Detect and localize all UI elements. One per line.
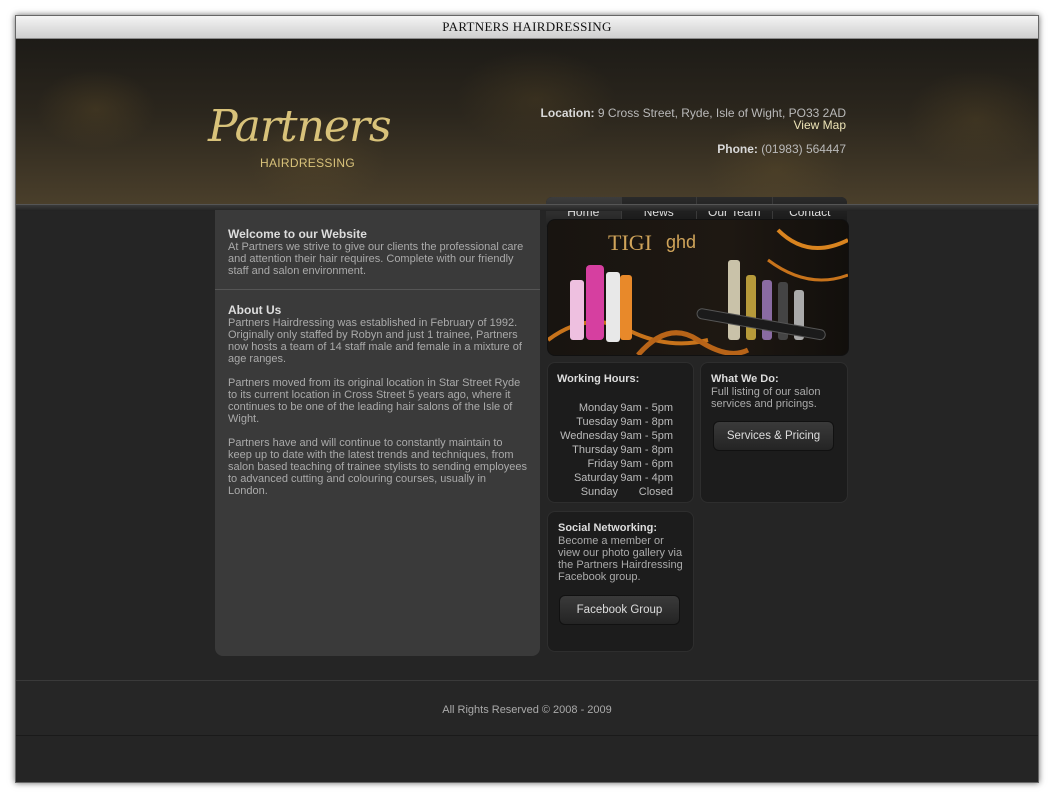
- social-networking-box: Social Networking: Become a member or vi…: [547, 511, 694, 652]
- banner-ghd: ghd: [666, 232, 696, 252]
- whatwedo-title: What We Do:: [711, 373, 779, 385]
- hours-time: 9am - 4pm: [620, 472, 673, 484]
- hours-time: 9am - 6pm: [620, 458, 673, 470]
- welcome-text: At Partners we strive to give our client…: [228, 241, 524, 277]
- section-divider: [215, 289, 540, 290]
- hours-row: Tuesday 9am - 8pm: [558, 415, 673, 429]
- about-section: About Us Partners Hairdressing was estab…: [228, 304, 528, 509]
- what-we-do-box: What We Do: Full listing of our salon se…: [700, 362, 848, 503]
- site-header: Partners HAIRDRESSING Location: 9 Cross …: [16, 39, 1038, 227]
- hours-list: Monday 9am - 5pm Tuesday 9am - 8pm Wedne…: [558, 401, 673, 499]
- window-title: PARTNERS HAIRDRESSING: [16, 16, 1038, 39]
- view-map-link[interactable]: View Map: [794, 118, 846, 132]
- hours-row: Thursday 9am - 8pm: [558, 443, 673, 457]
- hours-day: Wednesday: [560, 430, 618, 442]
- logo-script: Partners: [208, 101, 392, 152]
- hours-row: Monday 9am - 5pm: [558, 401, 673, 415]
- location-label: Location:: [540, 106, 595, 120]
- working-hours-box: Working Hours: Monday 9am - 5pm Tuesday …: [547, 362, 694, 503]
- banner-tigi: TIGI: [608, 230, 652, 255]
- hours-time: 9am - 8pm: [620, 444, 673, 456]
- services-pricing-button[interactable]: Services & Pricing: [713, 421, 834, 451]
- browser-window: PARTNERS HAIRDRESSING Partners HAIRDRESS…: [15, 15, 1039, 783]
- hours-row: Sunday Closed: [558, 485, 673, 499]
- product-banner[interactable]: TIGI ghd: [547, 219, 849, 356]
- hours-day: Sunday: [580, 486, 618, 498]
- welcome-section: Welcome to our Website At Partners we st…: [228, 227, 528, 278]
- hours-title: Working Hours:: [557, 373, 640, 385]
- about-paragraph: Partners have and will continue to const…: [228, 437, 528, 497]
- hours-time: 9am - 5pm: [620, 402, 673, 414]
- banner-image: TIGI ghd: [548, 228, 848, 355]
- logo-sub: HAIRDRESSING: [260, 156, 355, 170]
- hours-time: 9am - 5pm: [620, 430, 673, 442]
- hours-row: Saturday 9am - 4pm: [558, 471, 673, 485]
- hours-day: Monday: [578, 402, 618, 414]
- hours-time: Closed: [638, 486, 673, 498]
- social-title: Social Networking:: [558, 522, 658, 534]
- hours-time: 9am - 8pm: [620, 416, 673, 428]
- facebook-group-button[interactable]: Facebook Group: [559, 595, 680, 625]
- footer-divider: [16, 735, 1038, 736]
- hours-day: Thursday: [572, 444, 618, 456]
- footer-copyright: All Rights Reserved © 2008 - 2009: [442, 704, 612, 716]
- about-paragraph: Partners moved from its original locatio…: [228, 377, 521, 425]
- hours-day: Saturday: [573, 472, 618, 484]
- hours-day: Tuesday: [576, 416, 618, 428]
- phone-value: (01983) 564447: [761, 142, 846, 156]
- contact-info: Location: 9 Cross Street, Ryde, Isle of …: [541, 107, 846, 155]
- partners-logo[interactable]: Partners HAIRDRESSING: [208, 101, 392, 179]
- content-panel: Welcome to our Website At Partners we st…: [215, 210, 540, 656]
- whatwedo-text: Full listing of our salon services and p…: [711, 386, 821, 410]
- phone-label: Phone:: [717, 142, 758, 156]
- about-title: About Us: [228, 303, 282, 317]
- social-text: Become a member or view our photo galler…: [558, 535, 683, 583]
- welcome-title: Welcome to our Website: [228, 227, 367, 241]
- about-paragraph: Partners Hairdressing was established in…: [228, 317, 522, 365]
- hours-row: Wednesday 9am - 5pm: [558, 429, 673, 443]
- hours-day: Friday: [587, 458, 618, 470]
- hours-row: Friday 9am - 6pm: [558, 457, 673, 471]
